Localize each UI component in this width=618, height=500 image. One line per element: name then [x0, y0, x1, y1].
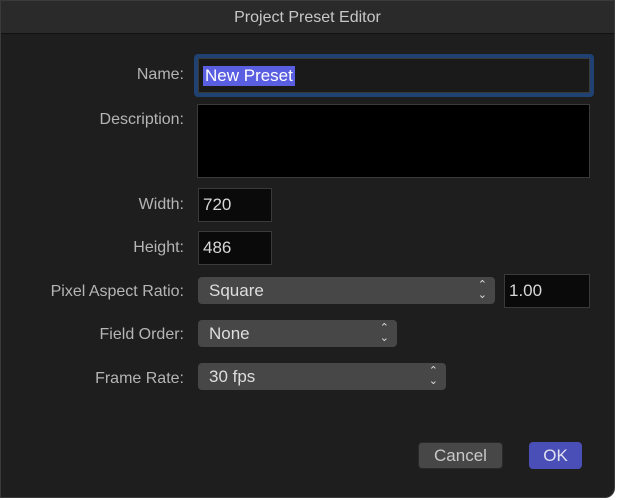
field-order-label: Field Order:	[99, 326, 184, 343]
field-order-popup[interactable]: None ⌃ ⌄	[198, 320, 397, 347]
description-label: Description:	[99, 111, 184, 128]
height-field[interactable]: 486	[198, 231, 272, 265]
width-field[interactable]: 720	[198, 188, 272, 222]
ok-button[interactable]: OK	[529, 442, 582, 469]
height-label: Height:	[133, 239, 184, 256]
pixel-aspect-ratio-value-field[interactable]: 1.00	[504, 274, 590, 308]
dialog-title: Project Preset Editor	[1, 1, 614, 34]
name-field[interactable]: New Preset	[198, 58, 590, 93]
frame-rate-selected: 30 fps	[209, 366, 256, 386]
field-order-selected: None	[209, 323, 250, 343]
pixel-aspect-ratio-popup[interactable]: Square ⌃ ⌄	[198, 277, 495, 304]
chevron-up-down-icon: ⌃ ⌄	[477, 279, 487, 301]
frame-rate-popup[interactable]: 30 fps ⌃ ⌄	[198, 363, 446, 390]
width-label: Width:	[138, 196, 184, 213]
pixel-aspect-ratio-selected: Square	[209, 280, 264, 300]
chevron-up-down-icon: ⌃ ⌄	[428, 365, 438, 387]
chevron-up-down-icon: ⌃ ⌄	[379, 322, 389, 344]
project-preset-editor-dialog: Project Preset Editor Name: New Preset D…	[0, 0, 615, 498]
description-field[interactable]	[197, 104, 590, 178]
cancel-button[interactable]: Cancel	[418, 442, 503, 469]
name-label: Name:	[136, 66, 184, 83]
frame-rate-label: Frame Rate:	[95, 370, 184, 387]
name-value: New Preset	[203, 65, 295, 86]
pixel-aspect-ratio-label: Pixel Aspect Ratio:	[50, 283, 184, 300]
